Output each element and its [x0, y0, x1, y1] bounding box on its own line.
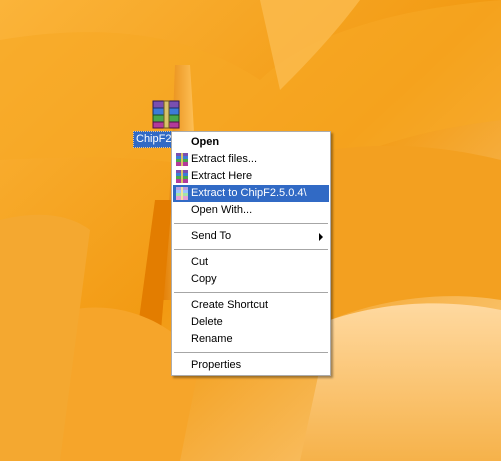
menu-item-extract-to[interactable]: Extract to ChipF2.5.0.4\: [173, 185, 329, 202]
menu-item-label: Extract Here: [191, 170, 253, 182]
menu-item-label: Extract to ChipF2.5.0.4\: [191, 187, 307, 199]
menu-item-cut[interactable]: Cut: [173, 254, 329, 271]
menu-item-label: Send To: [191, 230, 232, 242]
winrar-small-icon: [175, 152, 189, 167]
menu-item-copy[interactable]: Copy: [173, 271, 329, 288]
menu-item-open[interactable]: Open: [173, 134, 329, 151]
menu-separator: [174, 352, 328, 353]
winrar-small-icon: [175, 169, 189, 184]
context-menu: Open Extract files... Extract Here Extra…: [171, 131, 331, 376]
menu-item-open-with[interactable]: Open With...: [173, 202, 329, 219]
menu-item-extract-here[interactable]: Extract Here: [173, 168, 329, 185]
menu-separator: [174, 292, 328, 293]
menu-item-properties[interactable]: Properties: [173, 357, 329, 374]
submenu-arrow-icon: [319, 233, 323, 241]
menu-item-create-shortcut[interactable]: Create Shortcut: [173, 297, 329, 314]
menu-item-rename[interactable]: Rename: [173, 331, 329, 348]
menu-item-delete[interactable]: Delete: [173, 314, 329, 331]
winrar-archive-icon: [149, 99, 183, 129]
menu-separator: [174, 249, 328, 250]
winrar-small-icon: [175, 186, 189, 201]
menu-item-label: Extract files...: [191, 153, 258, 165]
menu-separator: [174, 223, 328, 224]
menu-item-extract-files[interactable]: Extract files...: [173, 151, 329, 168]
menu-item-send-to[interactable]: Send To: [173, 228, 329, 245]
